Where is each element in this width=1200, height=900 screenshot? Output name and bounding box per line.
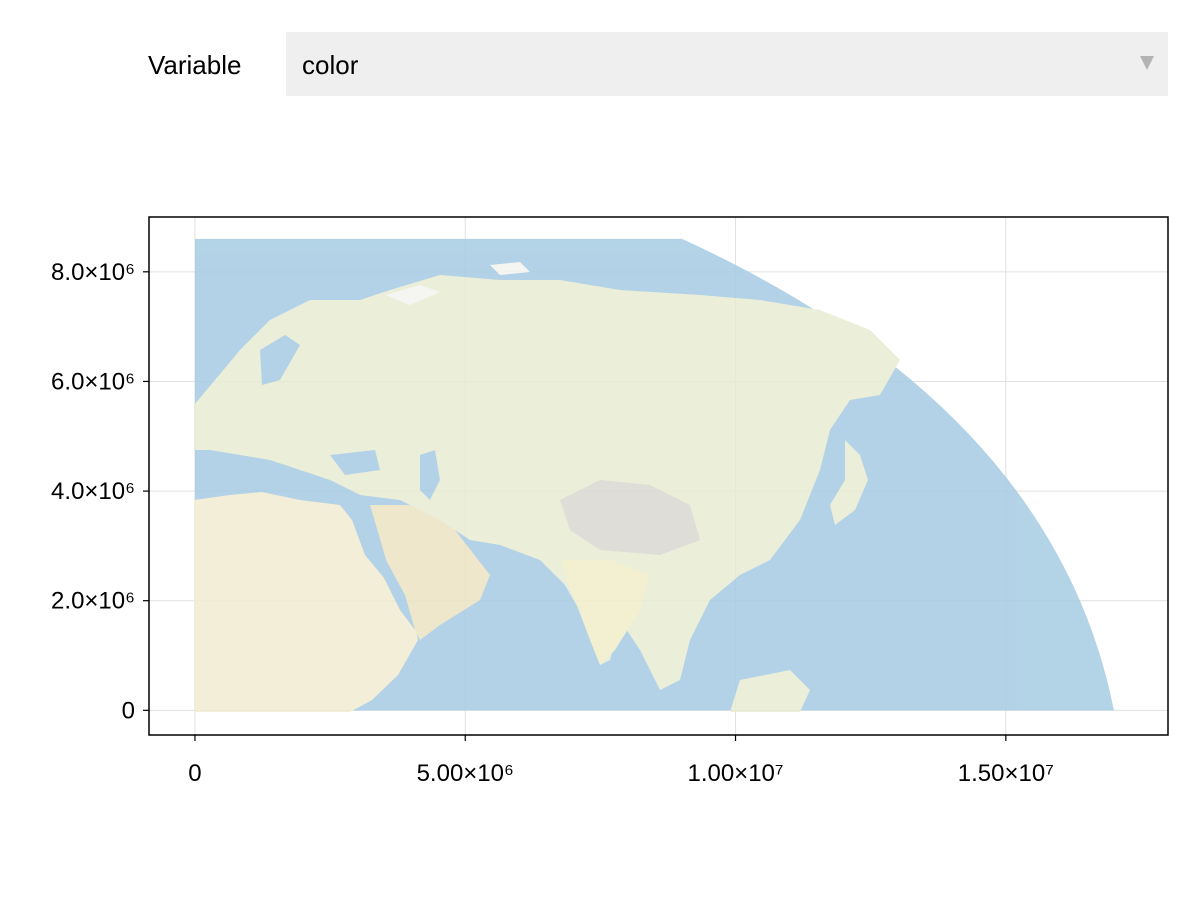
x-tick-label: 1.00×10⁷ (687, 760, 783, 787)
y-tick-label: 4.0×10⁶ (51, 478, 135, 505)
map-plot[interactable]: 0 5.00×10⁶ 1.00×10⁷ 1.50×10⁷ 0 2.0×10⁶ 4.0×10⁶… (0, 0, 1200, 900)
x-tick-label: 1.50×10⁷ (958, 760, 1054, 787)
x-tick-label: 5.00×10⁶ (417, 760, 514, 787)
y-tick-label: 8.0×10⁶ (51, 259, 135, 286)
y-tick-label: 6.0×10⁶ (51, 368, 135, 395)
x-tick-label: 0 (188, 760, 201, 787)
y-tick-label: 2.0×10⁶ (51, 588, 135, 615)
y-tick-label: 0 (122, 697, 135, 724)
basemap-image (194, 238, 1114, 712)
